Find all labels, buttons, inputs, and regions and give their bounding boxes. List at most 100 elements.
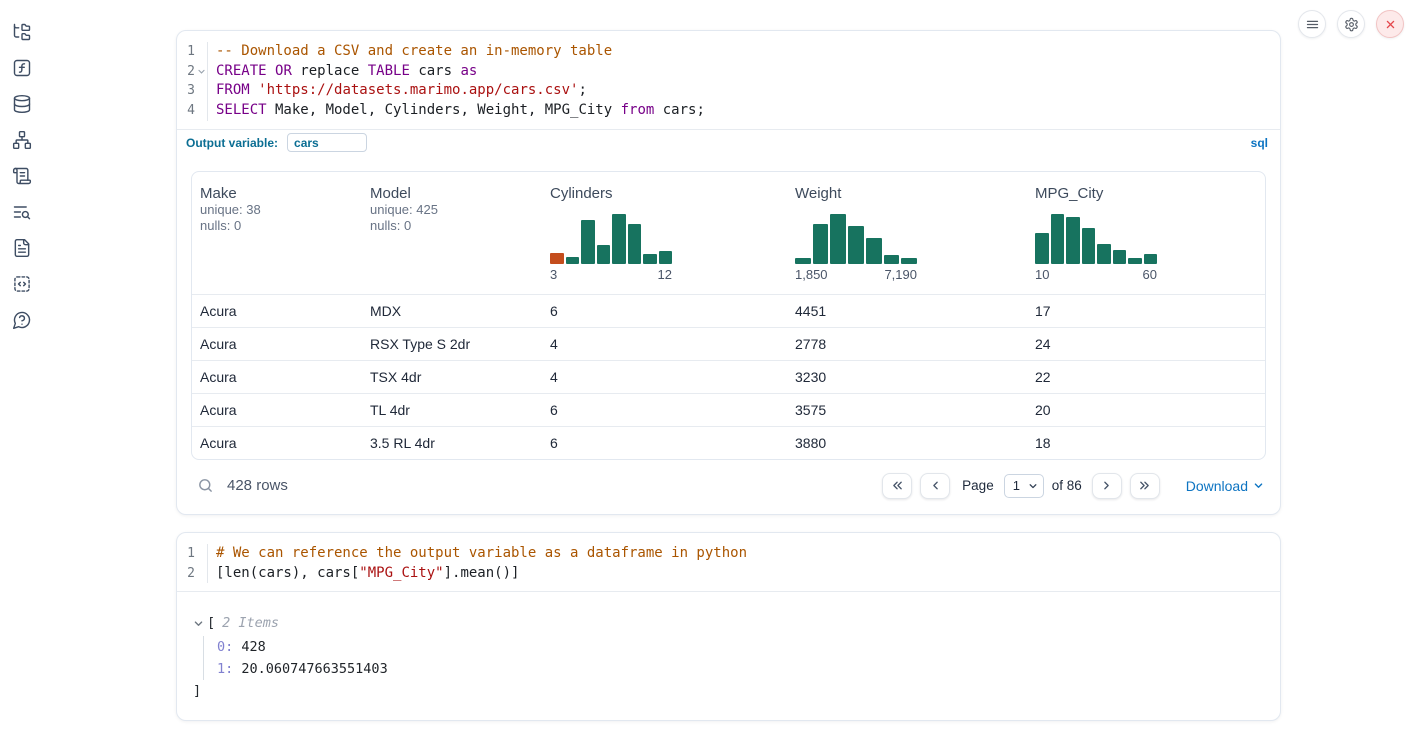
tree-entry[interactable]: 1: 20.060747663551403 [217, 658, 1264, 680]
column-header-mpg_city[interactable]: MPG_City1060 [1027, 172, 1265, 294]
column-stat: unique: 425 [370, 202, 534, 218]
histogram-bar[interactable] [866, 238, 882, 264]
help-icon[interactable] [12, 310, 32, 330]
text-search-icon[interactable] [12, 202, 32, 222]
previous-page-button[interactable] [920, 473, 950, 499]
column-header-model[interactable]: Modelunique: 425nulls: 0 [362, 172, 542, 294]
column-stat: nulls: 0 [370, 218, 534, 234]
code-line[interactable]: 3FROM 'https://datasets.marimo.app/cars.… [177, 81, 1280, 101]
snippets-icon[interactable] [12, 274, 32, 294]
histogram-bar[interactable] [1128, 258, 1142, 264]
tree-entry[interactable]: 0: 428 [217, 636, 1264, 658]
output-variable-input[interactable] [287, 133, 367, 152]
sql-code-editor[interactable]: 1-- Download a CSV and create an in-memo… [177, 31, 1280, 129]
column-title: MPG_City [1035, 185, 1257, 202]
last-page-button[interactable] [1130, 473, 1160, 499]
page-select[interactable]: 1 [1004, 474, 1044, 498]
tree-close-bracket: ] [193, 680, 1264, 702]
code-text: CREATE OR replace TABLE cars as [208, 62, 477, 82]
column-title: Weight [795, 185, 1019, 202]
table-row[interactable]: AcuraTSX 4dr4323022 [192, 360, 1265, 393]
histogram-bar[interactable] [813, 224, 829, 264]
first-page-button[interactable] [882, 473, 912, 499]
table-cell: 20 [1027, 402, 1265, 418]
histogram-bar[interactable] [1113, 250, 1127, 264]
line-number-gutter: 1 [177, 42, 208, 62]
code-line[interactable]: 2CREATE OR replace TABLE cars as [177, 62, 1280, 82]
histogram-bar[interactable] [1082, 228, 1096, 264]
code-line[interactable]: 1-- Download a CSV and create an in-memo… [177, 42, 1280, 62]
table-cell: 4451 [787, 303, 1027, 319]
line-number-gutter: 2 [177, 564, 208, 584]
table-cell: 18 [1027, 435, 1265, 451]
code-line[interactable]: 2[len(cars), cars["MPG_City"].mean()] [177, 564, 1280, 584]
download-button[interactable]: Download [1186, 478, 1264, 494]
chevron-down-icon [1253, 480, 1264, 491]
function-icon[interactable] [12, 58, 32, 78]
column-stat: nulls: 0 [200, 218, 354, 234]
next-page-button[interactable] [1092, 473, 1122, 499]
histogram-bar[interactable] [628, 224, 642, 264]
histogram-bar[interactable] [1066, 217, 1080, 264]
table-row[interactable]: AcuraRSX Type S 2dr4277824 [192, 327, 1265, 360]
line-number-gutter: 2 [177, 62, 208, 82]
tree-collapse-icon[interactable] [193, 618, 204, 629]
histogram-bar[interactable] [901, 258, 917, 264]
histogram-min-label: 1,850 [795, 267, 828, 282]
histogram-bar[interactable] [612, 214, 626, 264]
scroll-icon[interactable] [12, 166, 32, 186]
histogram-max-label: 60 [1143, 267, 1157, 282]
code-line[interactable]: 4SELECT Make, Model, Cylinders, Weight, … [177, 101, 1280, 121]
code-line[interactable]: 1# We can reference the output variable … [177, 544, 1280, 564]
histogram-bar[interactable] [830, 214, 846, 264]
table-cell: 6 [542, 303, 787, 319]
histogram-bar[interactable] [659, 251, 673, 264]
table-row[interactable]: AcuraMDX6445117 [192, 294, 1265, 327]
table-header-row: Makeunique: 38nulls: 0Modelunique: 425nu… [192, 172, 1265, 294]
close-icon[interactable] [1376, 10, 1404, 38]
histogram-bar[interactable] [597, 245, 611, 264]
fold-chevron-icon[interactable] [195, 62, 207, 82]
language-badge[interactable]: sql [1251, 136, 1268, 150]
code-text: -- Download a CSV and create an in-memor… [208, 42, 612, 62]
histogram-bar[interactable] [550, 253, 564, 264]
table-cell: 3575 [787, 402, 1027, 418]
tree-entries: 0: 4281: 20.060747663551403 [203, 636, 1264, 680]
database-icon[interactable] [12, 94, 32, 114]
search-icon[interactable] [197, 477, 214, 494]
menu-icon[interactable] [1298, 10, 1326, 38]
histogram-bar[interactable] [1097, 244, 1111, 264]
histogram-bar[interactable] [1144, 254, 1158, 264]
histogram-bar[interactable] [566, 257, 580, 264]
window-controls [1298, 10, 1404, 38]
table-row[interactable]: Acura3.5 RL 4dr6388018 [192, 426, 1265, 459]
histogram-min-label: 3 [550, 267, 557, 282]
file-tree-icon[interactable] [12, 22, 32, 42]
table-cell: TL 4dr [362, 402, 542, 418]
python-cell: 1# We can reference the output variable … [176, 532, 1281, 721]
table-cell: 3.5 RL 4dr [362, 435, 542, 451]
column-title: Cylinders [550, 185, 779, 202]
fold-spacer [195, 101, 207, 121]
histogram-bar[interactable] [581, 220, 595, 264]
tree-entry-value: 428 [233, 639, 266, 655]
gear-icon[interactable] [1337, 10, 1365, 38]
histogram-bar[interactable] [848, 226, 864, 264]
document-icon[interactable] [12, 238, 32, 258]
histogram-bar[interactable] [1051, 214, 1065, 264]
histogram-bar[interactable] [643, 254, 657, 264]
dependency-graph-icon[interactable] [12, 130, 32, 150]
column-header-make[interactable]: Makeunique: 38nulls: 0 [192, 172, 362, 294]
column-header-weight[interactable]: Weight1,8507,190 [787, 172, 1027, 294]
histogram-max-label: 12 [658, 267, 672, 282]
histogram-bar[interactable] [1035, 233, 1049, 264]
histogram-bar[interactable] [795, 258, 811, 264]
output-variable-label: Output variable: [186, 136, 278, 150]
table-row[interactable]: AcuraTL 4dr6357520 [192, 393, 1265, 426]
tree-entry-key: 0: [217, 639, 233, 655]
column-header-cylinders[interactable]: Cylinders 3 12 [542, 172, 787, 294]
table-footer: 428 rows Page 1 of 86 [177, 460, 1280, 514]
histogram-bar[interactable] [884, 255, 900, 264]
python-code-editor[interactable]: 1# We can reference the output variable … [177, 533, 1280, 591]
code-text: # We can reference the output variable a… [208, 544, 747, 564]
